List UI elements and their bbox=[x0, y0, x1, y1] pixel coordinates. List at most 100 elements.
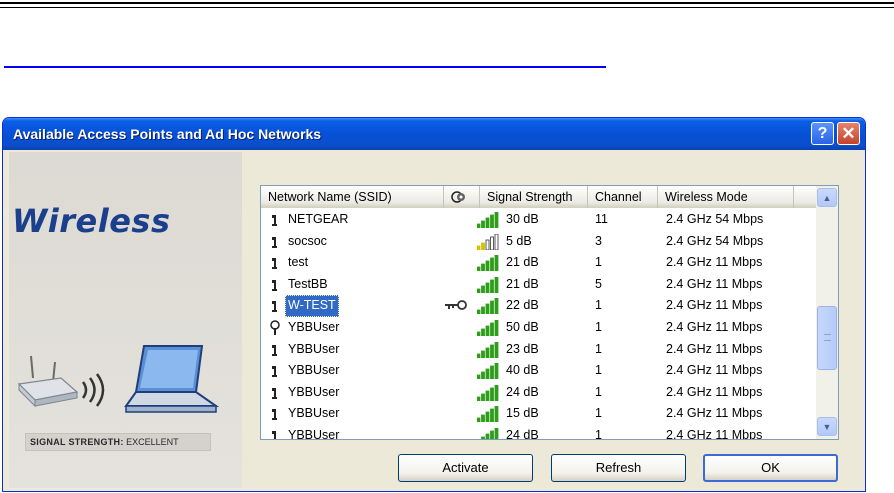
network-signal: 22 dB bbox=[506, 298, 539, 313]
signal-bars-icon bbox=[477, 319, 499, 336]
network-channel: 1 bbox=[595, 363, 602, 378]
network-ssid: NETGEAR bbox=[288, 212, 349, 226]
access-points-dialog: Available Access Points and Ad Hoc Netwo… bbox=[2, 117, 866, 492]
network-ssid: YBBUser bbox=[288, 427, 340, 440]
network-ssid: test bbox=[288, 255, 309, 270]
column-header-ssid[interactable]: Network Name (SSID) bbox=[261, 186, 444, 208]
network-channel: 1 bbox=[595, 255, 602, 270]
chevron-down-icon: ▼ bbox=[822, 421, 832, 432]
list-body: NETGEAR 30 dB 11 2.4 GHz 54 Mbps socsoc 5 dB 3… bbox=[261, 209, 816, 440]
network-mode: 2.4 GHz 11 Mbps bbox=[666, 427, 763, 440]
network-ssid: YBBUser bbox=[288, 406, 340, 421]
signal-bars-icon bbox=[477, 363, 499, 380]
scroll-thumb[interactable] bbox=[817, 306, 837, 370]
scroll-down-button[interactable]: ▼ bbox=[817, 417, 837, 436]
list-scrollbar[interactable]: ▲ ▼ bbox=[816, 186, 838, 439]
signal-bars-icon bbox=[477, 406, 499, 423]
infrastructure-icon bbox=[272, 409, 277, 421]
signal-bars-icon bbox=[477, 276, 499, 293]
help-icon: ? bbox=[817, 124, 828, 142]
dialog-client-area: Wireless SIGNAL STRENGTH: EXCELLENT Netw… bbox=[6, 150, 862, 490]
network-ssid: YBBUser bbox=[288, 341, 340, 356]
network-mode: 2.4 GHz 11 Mbps bbox=[666, 363, 763, 378]
network-channel: 5 bbox=[595, 276, 602, 291]
networks-list[interactable]: Network Name (SSID) Signal Strength Chan… bbox=[260, 185, 839, 440]
network-channel: 1 bbox=[595, 341, 602, 356]
network-signal: 15 dB bbox=[506, 406, 539, 421]
list-header: Network Name (SSID) Signal Strength Chan… bbox=[261, 186, 816, 208]
network-row[interactable]: TestBB 21 dB 5 2.4 GHz 11 Mbps bbox=[261, 274, 816, 296]
column-header-security[interactable] bbox=[444, 186, 480, 208]
security-column-icon bbox=[451, 191, 465, 203]
page-link-underline bbox=[4, 66, 606, 68]
network-signal: 23 dB bbox=[506, 341, 539, 356]
network-signal: 50 dB bbox=[506, 319, 539, 334]
network-channel: 1 bbox=[595, 319, 602, 334]
network-row[interactable]: socsoc 5 dB 3 2.4 GHz 54 Mbps bbox=[261, 231, 816, 253]
column-header-signal[interactable]: Signal Strength bbox=[480, 186, 588, 208]
signal-strength-indicator: SIGNAL STRENGTH: EXCELLENT bbox=[25, 433, 211, 451]
network-row[interactable]: YBBUser 23 dB 1 2.4 GHz 11 Mbps bbox=[261, 339, 816, 361]
signal-bars-icon bbox=[477, 298, 499, 315]
signal-strength-label: SIGNAL STRENGTH: bbox=[30, 437, 124, 447]
network-row[interactable]: YBBUser 24 dB 1 2.4 GHz 11 Mbps bbox=[261, 425, 816, 440]
network-ssid: YBBUser bbox=[288, 319, 340, 334]
connected-icon bbox=[270, 320, 280, 335]
infrastructure-icon bbox=[272, 366, 277, 378]
network-mode: 2.4 GHz 11 Mbps bbox=[666, 341, 763, 356]
signal-bars-icon bbox=[477, 233, 499, 250]
network-signal: 30 dB bbox=[506, 212, 539, 226]
network-channel: 1 bbox=[595, 406, 602, 421]
network-ssid: YBBUser bbox=[288, 363, 340, 378]
network-row[interactable]: YBBUser 50 dB 1 2.4 GHz 11 Mbps bbox=[261, 317, 816, 339]
network-mode: 2.4 GHz 11 Mbps bbox=[666, 384, 763, 399]
infrastructure-icon bbox=[272, 430, 276, 439]
scroll-up-button[interactable]: ▲ bbox=[817, 188, 837, 207]
network-row[interactable]: YBBUser 40 dB 1 2.4 GHz 11 Mbps bbox=[261, 360, 816, 382]
network-row[interactable]: YBBUser 24 dB 1 2.4 GHz 11 Mbps bbox=[261, 382, 816, 404]
network-channel: 1 bbox=[595, 384, 602, 399]
chevron-up-icon: ▲ bbox=[822, 192, 832, 203]
network-channel: 3 bbox=[595, 233, 602, 248]
network-row[interactable]: YBBUser 15 dB 1 2.4 GHz 11 Mbps bbox=[261, 403, 816, 425]
network-row[interactable]: test 21 dB 1 2.4 GHz 11 Mbps bbox=[261, 252, 816, 274]
infrastructure-icon bbox=[272, 215, 277, 226]
column-header-mode[interactable]: Wireless Mode bbox=[658, 186, 794, 208]
network-row[interactable]: W-TEST 22 dB 1 2.4 GHz 11 Mbps bbox=[261, 295, 816, 317]
infrastructure-icon bbox=[272, 236, 277, 248]
network-signal: 5 dB bbox=[506, 233, 532, 248]
network-signal: 21 dB bbox=[506, 276, 539, 291]
network-signal: 21 dB bbox=[506, 255, 539, 270]
network-ssid: TestBB bbox=[288, 276, 328, 291]
close-icon: ✕ bbox=[841, 123, 856, 143]
close-button[interactable]: ✕ bbox=[837, 122, 860, 145]
signal-bars-icon bbox=[477, 212, 499, 228]
router-icon bbox=[17, 355, 105, 408]
network-channel: 11 bbox=[595, 212, 608, 226]
signal-bars-icon bbox=[481, 427, 499, 439]
ok-button[interactable]: OK bbox=[703, 454, 838, 482]
network-mode: 2.4 GHz 54 Mbps bbox=[666, 233, 764, 248]
column-header-channel[interactable]: Channel bbox=[588, 186, 658, 208]
signal-strength-value: EXCELLENT bbox=[126, 437, 179, 447]
activate-button[interactable]: Activate bbox=[398, 454, 533, 482]
network-mode: 2.4 GHz 11 Mbps bbox=[666, 255, 763, 270]
infrastructure-icon bbox=[272, 387, 277, 399]
network-channel: 1 bbox=[595, 298, 602, 313]
network-signal: 24 dB bbox=[506, 427, 539, 440]
network-signal: 40 dB bbox=[506, 363, 539, 378]
wireless-info-panel: Wireless SIGNAL STRENGTH: EXCELLENT bbox=[9, 152, 242, 488]
page-top-rule bbox=[0, 2, 894, 4]
network-ssid: W-TEST bbox=[285, 295, 339, 317]
network-ssid: socsoc bbox=[288, 233, 327, 248]
network-mode: 2.4 GHz 11 Mbps bbox=[666, 319, 763, 334]
refresh-button[interactable]: Refresh bbox=[551, 454, 686, 482]
network-mode: 2.4 GHz 11 Mbps bbox=[666, 406, 763, 421]
page-top-rule-thin bbox=[0, 7, 894, 8]
title-bar[interactable]: Available Access Points and Ad Hoc Netwo… bbox=[3, 118, 865, 150]
dialog-title: Available Access Points and Ad Hoc Netwo… bbox=[13, 126, 322, 142]
network-row[interactable]: NETGEAR 30 dB 11 2.4 GHz 54 Mbps bbox=[261, 209, 816, 231]
infrastructure-icon bbox=[272, 344, 277, 356]
signal-bars-icon bbox=[477, 255, 499, 272]
help-button[interactable]: ? bbox=[811, 122, 834, 145]
